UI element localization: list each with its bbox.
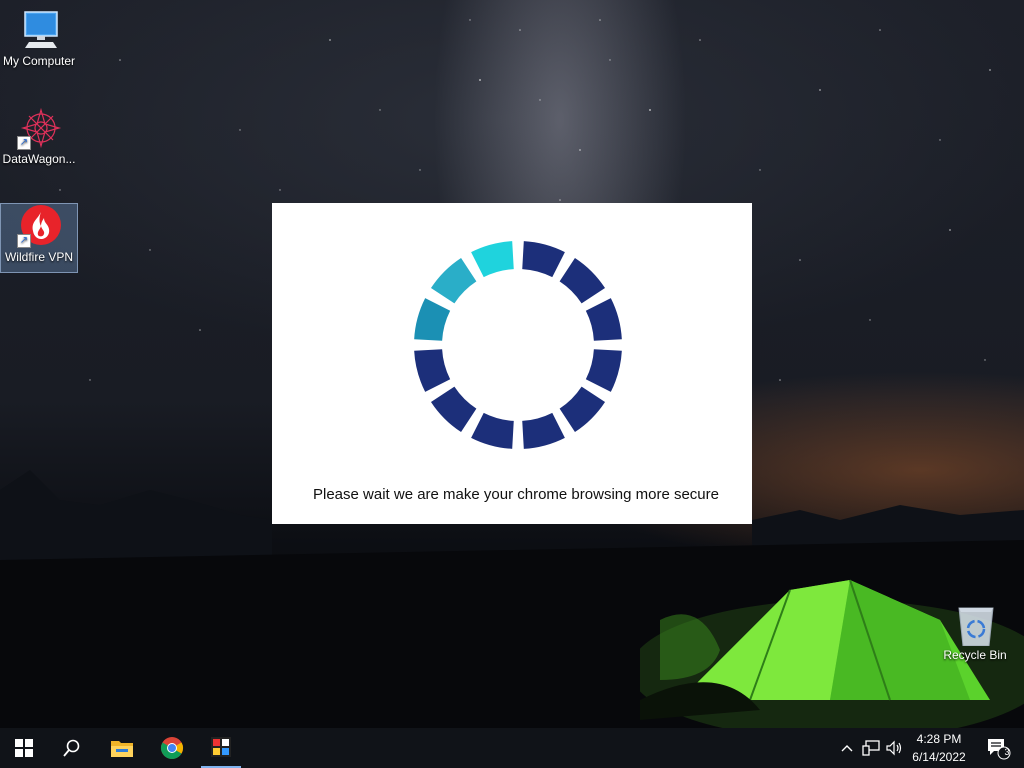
clock-date[interactable]: 6/14/2022 xyxy=(908,750,970,764)
spinner-segment xyxy=(430,257,477,304)
search-icon xyxy=(63,739,80,757)
secure-browsing-dialog: Please wait we are make your chrome brow… xyxy=(272,203,752,524)
chrome-icon xyxy=(161,737,183,759)
spinner-segment xyxy=(471,412,514,449)
network-button[interactable] xyxy=(860,728,882,768)
app-taskbar-button[interactable] xyxy=(201,728,241,768)
datawagon-icon: ↗ xyxy=(15,106,63,150)
start-icon xyxy=(15,739,33,757)
spinner-segment xyxy=(414,298,451,341)
desktop-icon-label: Wildfire VPN xyxy=(4,250,73,264)
spinner-segment xyxy=(585,298,622,341)
spinner-segment xyxy=(522,412,565,449)
desktop-icon-label: My Computer xyxy=(2,54,76,68)
wildfire-vpn-icon: ↗ xyxy=(15,204,63,248)
spinner-segment xyxy=(522,241,565,278)
desktop-icon-label: DataWagon... xyxy=(2,152,76,166)
search-button[interactable] xyxy=(48,728,96,768)
app-icon xyxy=(211,737,231,757)
spinner-segment xyxy=(585,349,622,392)
show-hidden-icons-button[interactable] xyxy=(838,728,856,768)
spinner-segment xyxy=(471,241,514,278)
start-button[interactable] xyxy=(0,728,48,768)
spinner-segment xyxy=(559,257,606,304)
taskbar: 4:28 PM 6/14/2022 3 xyxy=(0,728,1024,768)
volume-button[interactable] xyxy=(884,728,906,768)
desktop-icon-recycle-bin[interactable]: Recycle Bin xyxy=(937,602,1013,662)
chevron-up-icon xyxy=(841,745,853,752)
volume-icon xyxy=(886,740,902,756)
spinner-segment xyxy=(414,349,451,392)
shortcut-arrow-icon: ↗ xyxy=(17,234,31,248)
clock-time[interactable]: 4:28 PM xyxy=(908,732,970,746)
notification-count-badge: 3 xyxy=(1004,747,1010,757)
recycle-bin-icon xyxy=(951,602,999,647)
desktop-icon-wildfire-vpn[interactable]: ↗ Wildfire VPN xyxy=(0,203,78,273)
computer-icon xyxy=(15,8,63,52)
desktop-icon-datawagon[interactable]: ↗ DataWagon... xyxy=(1,106,77,166)
action-center-button[interactable]: 3 xyxy=(978,728,1018,768)
spinner-segment xyxy=(559,386,606,433)
dialog-message: Please wait we are make your chrome brow… xyxy=(312,486,719,503)
chrome-button[interactable] xyxy=(148,728,196,768)
file-explorer-icon xyxy=(111,741,133,757)
network-icon xyxy=(862,740,880,756)
desktop-icon-my-computer[interactable]: My Computer xyxy=(1,8,77,68)
shortcut-arrow-icon: ↗ xyxy=(17,136,31,150)
spinner-segment xyxy=(430,386,477,433)
desktop-icon-label: Recycle Bin xyxy=(943,648,1007,662)
file-explorer-button[interactable] xyxy=(98,728,146,768)
loading-spinner xyxy=(414,241,622,449)
